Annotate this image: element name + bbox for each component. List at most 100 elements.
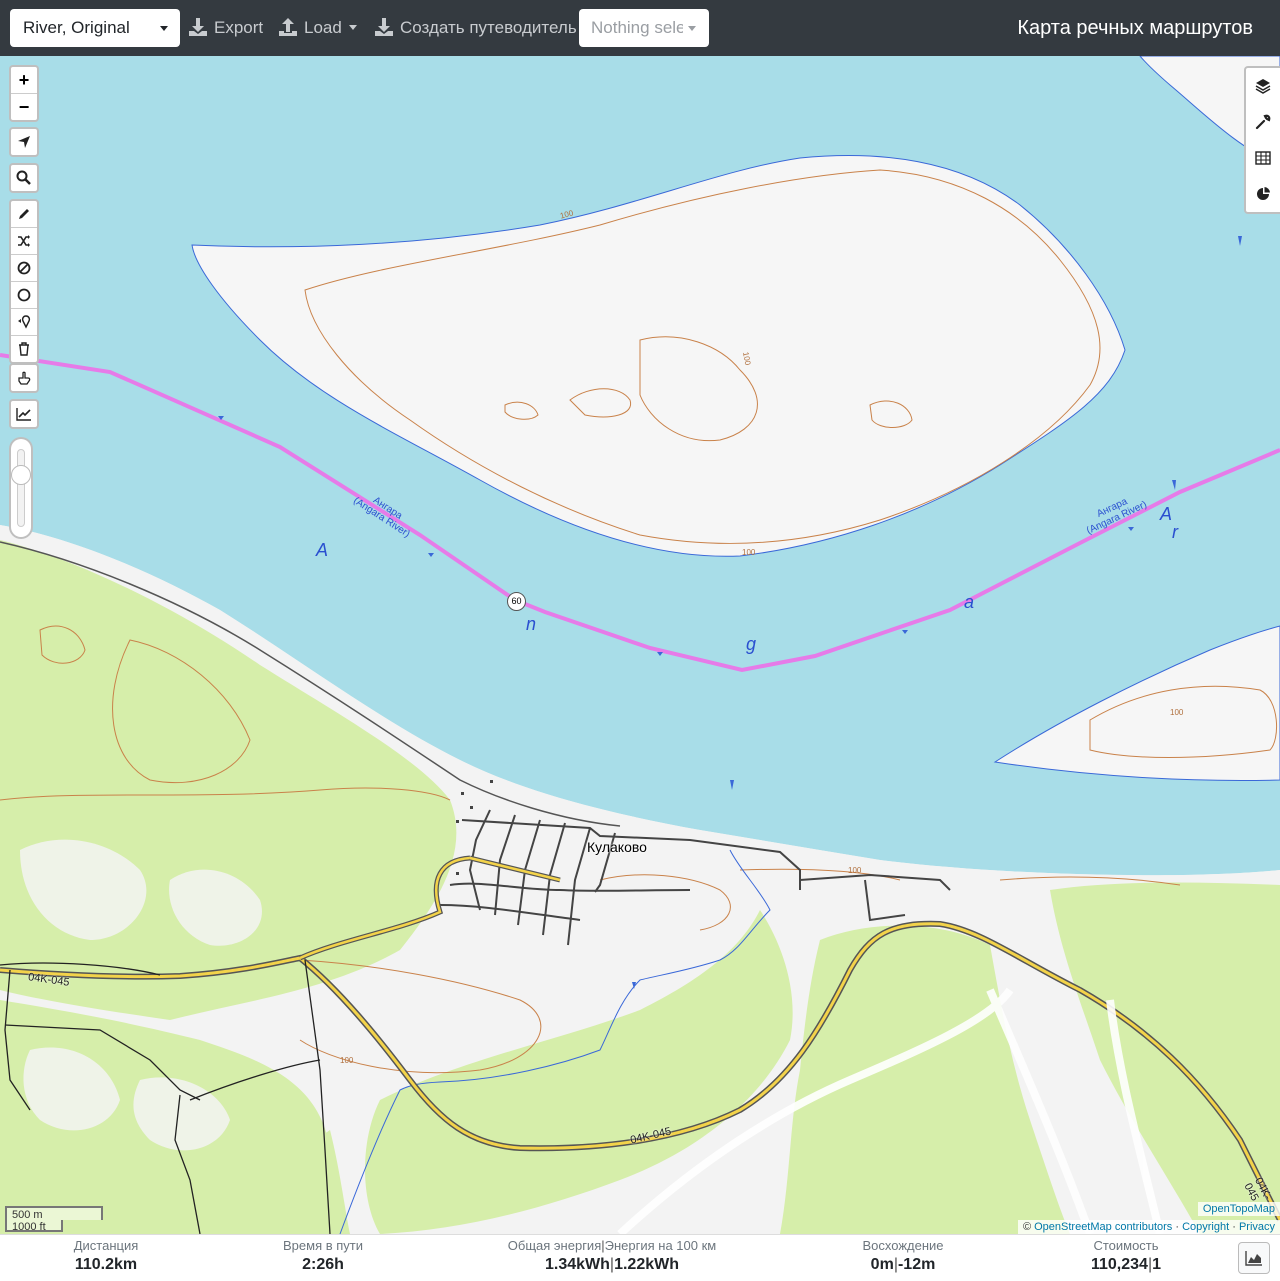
download-icon [375, 18, 393, 36]
stat-cost: Стоимость 110,234|1 [1090, 1238, 1162, 1273]
create-guide-button[interactable]: Создать путеводитель [374, 9, 577, 47]
create-guide-label: Создать путеводитель [400, 18, 577, 37]
locate-control [9, 127, 39, 157]
pie-chart-icon [1257, 187, 1270, 200]
stat-cost-label: Стоимость [1093, 1238, 1159, 1253]
zoom-control: + − [9, 65, 39, 122]
hand-icon [18, 371, 31, 385]
stat-energy-unit: kWh [576, 1256, 610, 1273]
scale-bar: 500 m 1000 ft [5, 1206, 103, 1233]
export-button[interactable]: Export [188, 9, 263, 47]
profile-select[interactable]: River, Original [10, 9, 180, 47]
stat-ascent-label: Восхождение [862, 1238, 944, 1253]
stat-time-value: 2:26 [302, 1256, 335, 1273]
search-button[interactable] [11, 165, 37, 191]
stat-energy-label: Общая энергия [507, 1238, 602, 1253]
delete-route-button[interactable] [11, 336, 37, 362]
stat-descent-value: -12 [897, 1256, 922, 1273]
elevation-profile-button[interactable] [11, 401, 37, 427]
river-letter-label: A [316, 540, 329, 560]
circle-area-button[interactable] [11, 282, 37, 309]
layers-icon [1255, 79, 1271, 94]
no-entry-icon [17, 261, 31, 275]
stat-descent-unit: m [921, 1256, 936, 1273]
pan-control [9, 363, 39, 393]
data-table-button[interactable] [1246, 140, 1280, 176]
stat-time-label: Время в пути [283, 1238, 363, 1253]
search-control [9, 163, 39, 193]
contour-label: 100 [1170, 708, 1184, 717]
trash-icon [19, 342, 29, 356]
village-label: Кулаково [587, 839, 647, 855]
opacity-slider-track [17, 449, 25, 527]
layers-button[interactable] [1246, 68, 1280, 104]
stat-energy-per100-value: 1.22 [614, 1256, 646, 1273]
right-toolbar [1244, 66, 1280, 214]
opacity-slider[interactable] [9, 437, 33, 539]
chevron-down-icon [688, 26, 696, 31]
stat-distance: Дистанция 110.2km [74, 1237, 139, 1276]
zoom-in-button[interactable]: + [11, 67, 37, 94]
copyright-link[interactable]: Copyright [1182, 1221, 1229, 1233]
stat-energy-per100-label: Энергия на 100 км [604, 1238, 717, 1253]
stat-distance-value: 110.2 [74, 1256, 115, 1273]
add-waypoint-button[interactable] [11, 309, 37, 336]
circle-icon [17, 288, 31, 302]
upload-icon [279, 18, 297, 36]
settings-button[interactable] [1246, 104, 1280, 140]
draw-route-button[interactable] [11, 201, 37, 228]
river-letter-label: g [746, 634, 757, 654]
privacy-link[interactable]: Privacy [1239, 1221, 1275, 1233]
reverse-route-button[interactable] [11, 228, 37, 255]
area-chart-icon [1245, 1251, 1262, 1266]
shuffle-icon [18, 235, 30, 247]
chevron-down-icon [160, 26, 168, 31]
scale-metric: 500 m [5, 1206, 103, 1221]
pin-icon [18, 315, 31, 329]
contour-label: 100 [742, 548, 756, 557]
elevation-chart-button[interactable] [1238, 1242, 1270, 1274]
map-attribution: © OpenStreetMap contributors · Copyright… [1017, 1220, 1280, 1234]
stat-energy-per100-unit: kWh [645, 1256, 679, 1273]
route-stats-bar: Дистанция 110.2km Время в пути 2:26h Общ… [0, 1234, 1280, 1281]
river-letter-label: n [526, 614, 537, 634]
top-navbar: River, Original Export Load Создать путе… [0, 0, 1280, 56]
stat-distance-label: Дистанция [73, 1238, 139, 1253]
profile-select-value: River, Original [23, 18, 130, 37]
map-view[interactable]: 60 A n g a A r Ангара (Angara River) Анг… [0, 56, 1280, 1234]
no-go-area-button[interactable] [11, 255, 37, 282]
drag-mode-button[interactable] [11, 365, 37, 391]
statistics-button[interactable] [1246, 176, 1280, 212]
wrench-icon [1255, 114, 1271, 130]
river-letter-label: a [964, 592, 975, 612]
table-icon [1255, 151, 1271, 165]
stat-time-unit: h [334, 1256, 344, 1273]
search-icon [16, 170, 31, 185]
opacity-slider-handle[interactable] [11, 465, 31, 485]
stat-distance-unit: km [114, 1256, 138, 1273]
locate-icon [18, 136, 30, 148]
segment-select[interactable]: Nothing selected [579, 9, 709, 47]
osm-contributors-link[interactable]: OpenStreetMap contributors [1034, 1221, 1172, 1233]
zoom-out-button[interactable]: − [11, 94, 37, 120]
route-number-badge: 60 [507, 592, 526, 611]
segment-select-placeholder: Nothing selected [591, 18, 683, 37]
chevron-down-icon [348, 25, 357, 30]
stat-ascent-value: 0 [870, 1256, 880, 1273]
elevation-control [9, 399, 39, 429]
tile-attribution[interactable]: OpenTopoMap [1197, 1202, 1280, 1216]
stat-energy-value: 1.34 [545, 1256, 577, 1273]
river-letter-label: A [1160, 504, 1173, 524]
locate-button[interactable] [11, 129, 37, 155]
stat-cost-value2: 1 [1152, 1256, 1162, 1273]
load-button[interactable]: Load [278, 9, 357, 47]
stat-cost-value: 110,234 [1090, 1256, 1148, 1273]
copyright-symbol: © [1022, 1221, 1032, 1233]
contour-label: 100 [848, 866, 862, 875]
river-letter-label: r [1172, 522, 1178, 542]
export-label: Export [214, 18, 264, 37]
app-title: Карта речных маршрутов [1017, 17, 1253, 39]
map-tiles [0, 56, 1280, 1234]
stat-energy: Общая энергия|Энергия на 100 км 1.34kWh|… [507, 1238, 717, 1273]
chart-icon [16, 408, 31, 421]
